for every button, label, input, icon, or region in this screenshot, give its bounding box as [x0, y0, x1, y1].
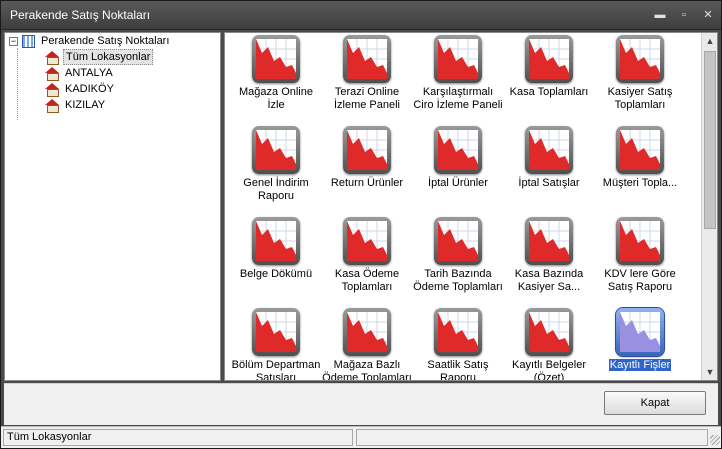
report-tile[interactable]: KDV lere Göre Satış Raporu	[594, 215, 686, 305]
report-chart-icon	[252, 308, 300, 356]
report-tile[interactable]: İptal Ürünler	[412, 124, 504, 214]
report-tile[interactable]: Kasiyer Satış Toplamları	[594, 33, 686, 123]
report-chart-icon	[525, 217, 573, 265]
report-tile[interactable]: Kasa Toplamları	[503, 33, 595, 123]
store-icon	[45, 83, 59, 97]
store-icon	[45, 99, 59, 113]
report-label: Bölüm Departman Satışları	[231, 359, 321, 381]
report-chart-icon	[434, 126, 482, 174]
report-tile[interactable]: Mağaza Online İzle	[230, 33, 322, 123]
report-chart-icon	[525, 126, 573, 174]
report-label: Mağaza Bazlı Ödeme Toplamları	[322, 359, 412, 381]
vertical-scrollbar[interactable]: ▲ ▼	[701, 33, 717, 380]
report-tile[interactable]: Karşılaştırmalı Ciro İzleme Paneli	[412, 33, 504, 123]
report-label: Tarih Bazında Ödeme Toplamları	[413, 268, 503, 293]
report-icon-view[interactable]: Mağaza Online İzle Terazi Online İzleme P…	[224, 32, 718, 381]
scroll-down-icon[interactable]: ▼	[702, 364, 717, 380]
report-tile[interactable]: İptal Satışlar	[503, 124, 595, 214]
report-tile[interactable]: Return Ürünler	[321, 124, 413, 214]
tree-item-kizilay[interactable]: KIZILAY	[45, 97, 107, 113]
tree-item-label: ANTALYA	[65, 67, 113, 79]
location-tree[interactable]: − Perakende Satış Noktaları Tüm Lokasyon…	[4, 32, 221, 381]
scroll-thumb[interactable]	[704, 51, 716, 229]
tree-root[interactable]: − Perakende Satış Noktaları	[9, 33, 171, 49]
report-tile[interactable]: Müşteri Topla...	[594, 124, 686, 214]
report-label: KDV lere Göre Satış Raporu	[604, 268, 676, 293]
report-label: Genel İndirim Raporu	[243, 177, 309, 202]
report-tile[interactable]: Saatlik Satış Raporu	[412, 306, 504, 381]
report-chart-icon	[252, 35, 300, 83]
report-label: Kayıtlı Fişler	[608, 359, 672, 371]
report-chart-icon	[343, 308, 391, 356]
report-label: Mağaza Online İzle	[239, 86, 313, 111]
report-tile[interactable]: Kayıtlı Belgeler (Özet)	[503, 306, 595, 381]
minimize-icon[interactable]: ▬	[653, 9, 667, 21]
report-chart-icon	[616, 217, 664, 265]
tree-item-antalya[interactable]: ANTALYA	[45, 65, 115, 81]
status-bar: Tüm Lokasyonlar	[1, 426, 721, 448]
tree-item-tum-lokasyonlar[interactable]: Tüm Lokasyonlar	[45, 49, 154, 65]
close-button[interactable]: Kapat	[604, 391, 706, 415]
report-chart-icon	[434, 35, 482, 83]
report-label: Return Ürünler	[330, 177, 404, 189]
tree-item-label: Tüm Lokasyonlar	[63, 49, 154, 65]
report-label: İptal Ürünler	[428, 177, 488, 189]
window-title: Perakende Satış Noktaları	[10, 8, 151, 22]
tree-item-label: KADIKÖY	[65, 83, 114, 95]
report-label: Kasa Ödeme Toplamları	[334, 268, 400, 293]
report-label: Müşteri Topla...	[602, 177, 678, 189]
button-bar: Kapat	[4, 383, 718, 425]
report-label: Kayıtlı Belgeler (Özet)	[512, 359, 586, 381]
report-label: Saatlik Satış Raporu	[427, 359, 489, 381]
scroll-up-icon[interactable]: ▲	[702, 33, 717, 49]
report-chart-icon	[343, 126, 391, 174]
report-label: Belge Dökümü	[239, 268, 313, 280]
report-tile[interactable]: Kayıtlı Fişler	[594, 306, 686, 380]
resize-grip-icon[interactable]	[710, 435, 720, 445]
status-secondary	[356, 429, 708, 446]
main-window: Perakende Satış Noktaları ▬ ▫ ✕ − Perake…	[0, 0, 722, 449]
report-tile[interactable]: Terazi Online İzleme Paneli	[321, 33, 413, 123]
tree-root-label: Perakende Satış Noktaları	[41, 35, 170, 47]
report-chart-icon	[252, 126, 300, 174]
report-label: İptal Satışlar	[518, 177, 580, 189]
grid-icon	[22, 34, 35, 48]
report-tile[interactable]: Bölüm Departman Satışları	[230, 306, 322, 381]
report-chart-icon	[525, 308, 573, 356]
report-chart-icon	[343, 35, 391, 83]
report-label: Karşılaştırmalı Ciro İzleme Paneli	[413, 86, 503, 111]
tree-item-kadikoy[interactable]: KADIKÖY	[45, 81, 116, 97]
report-chart-icon	[252, 217, 300, 265]
status-location: Tüm Lokasyonlar	[3, 429, 353, 446]
report-label: Kasiyer Satış Toplamları	[607, 86, 673, 111]
report-tile[interactable]: Kasa Bazında Kasiyer Sa...	[503, 215, 595, 305]
report-tile[interactable]: Tarih Bazında Ödeme Toplamları	[412, 215, 504, 305]
report-chart-icon	[615, 307, 665, 357]
report-chart-icon	[434, 308, 482, 356]
report-tile[interactable]: Belge Dökümü	[230, 215, 322, 305]
report-label: Kasa Toplamları	[509, 86, 589, 98]
close-icon[interactable]: ✕	[701, 9, 715, 21]
maximize-icon[interactable]: ▫	[677, 9, 691, 21]
report-label: Kasa Bazında Kasiyer Sa...	[514, 268, 584, 293]
report-tile[interactable]: Genel İndirim Raporu	[230, 124, 322, 214]
report-chart-icon	[434, 217, 482, 265]
report-chart-icon	[616, 35, 664, 83]
collapse-icon[interactable]: −	[9, 36, 18, 46]
tree-connector-lines	[17, 48, 35, 120]
store-icon	[45, 67, 59, 81]
tree-item-label: KIZILAY	[65, 99, 106, 111]
report-chart-icon	[343, 217, 391, 265]
report-chart-icon	[616, 126, 664, 174]
report-label: Terazi Online İzleme Paneli	[333, 86, 401, 111]
report-chart-icon	[525, 35, 573, 83]
store-icon	[45, 51, 59, 65]
report-tile[interactable]: Mağaza Bazlı Ödeme Toplamları	[321, 306, 413, 381]
title-bar[interactable]: Perakende Satış Noktaları ▬ ▫ ✕	[1, 1, 721, 30]
report-tile[interactable]: Kasa Ödeme Toplamları	[321, 215, 413, 305]
